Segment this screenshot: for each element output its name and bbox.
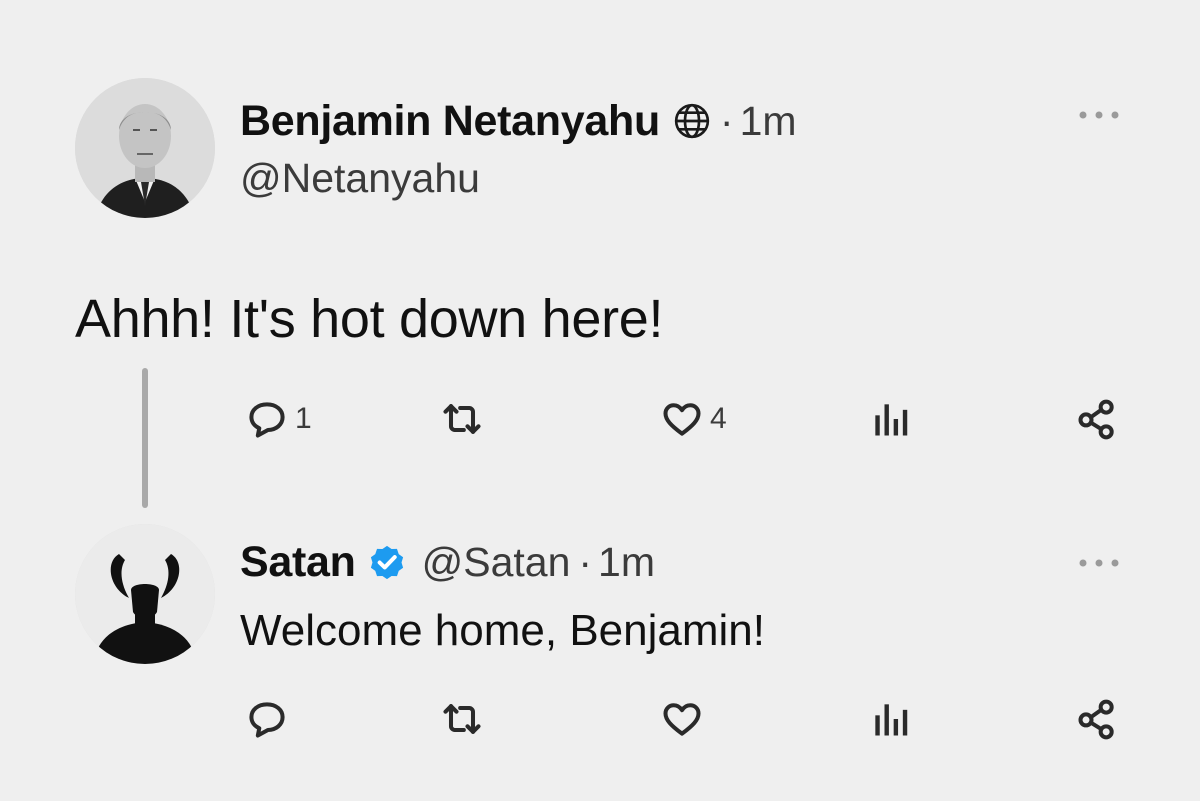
share-icon [1075, 397, 1119, 441]
retweet-icon [440, 697, 484, 741]
views-icon [868, 697, 912, 741]
reply-timestamp[interactable]: 1m [598, 539, 655, 586]
globe-icon [672, 101, 712, 141]
share-button[interactable] [1075, 395, 1119, 443]
share-icon [1075, 697, 1119, 741]
timestamp[interactable]: 1m [740, 98, 797, 145]
horned-silhouette-avatar [75, 524, 215, 664]
author-avatar[interactable] [75, 78, 215, 218]
reply-icon [245, 697, 289, 741]
avatar-portrait [75, 78, 215, 218]
reply-author-name[interactable]: Satan [240, 538, 356, 587]
more-icon[interactable] [1075, 553, 1123, 573]
reply-author-avatar[interactable] [75, 524, 215, 664]
reply-author-handle[interactable]: @Satan [422, 539, 571, 586]
tweet-text: Ahhh! It's hot down here! [75, 289, 664, 349]
verified-icon [366, 541, 408, 583]
views-icon [868, 397, 912, 441]
like-icon [660, 397, 704, 441]
more-icon[interactable] [1075, 105, 1123, 125]
retweet-button[interactable] [440, 395, 484, 443]
reply-button[interactable]: 1 [245, 395, 312, 443]
author-handle[interactable]: @Netanyahu [240, 155, 480, 202]
tweet-header: Benjamin Netanyahu · 1m [240, 92, 797, 150]
reply-count: 1 [295, 402, 312, 435]
author-name[interactable]: Benjamin Netanyahu [240, 97, 660, 146]
reply-views-button[interactable] [868, 695, 912, 743]
reply-like-button[interactable] [660, 695, 704, 743]
reply-share-button[interactable] [1075, 695, 1119, 743]
reply-icon [245, 397, 289, 441]
like-button[interactable]: 4 [660, 395, 727, 443]
views-button[interactable] [868, 395, 912, 443]
reply-header: Satan @Satan · 1m [240, 533, 655, 591]
thread-connector-line [142, 368, 148, 508]
reply-reply-button[interactable] [245, 695, 289, 743]
separator-dot: · [578, 538, 593, 585]
like-count: 4 [710, 402, 727, 435]
separator-dot: · [719, 97, 734, 144]
reply-text: Welcome home, Benjamin! [240, 606, 765, 655]
reply-retweet-button[interactable] [440, 695, 484, 743]
retweet-icon [440, 397, 484, 441]
like-icon [660, 697, 704, 741]
tweet-thread: Benjamin Netanyahu · 1m @Netanyahu Ahhh!… [0, 0, 1200, 801]
